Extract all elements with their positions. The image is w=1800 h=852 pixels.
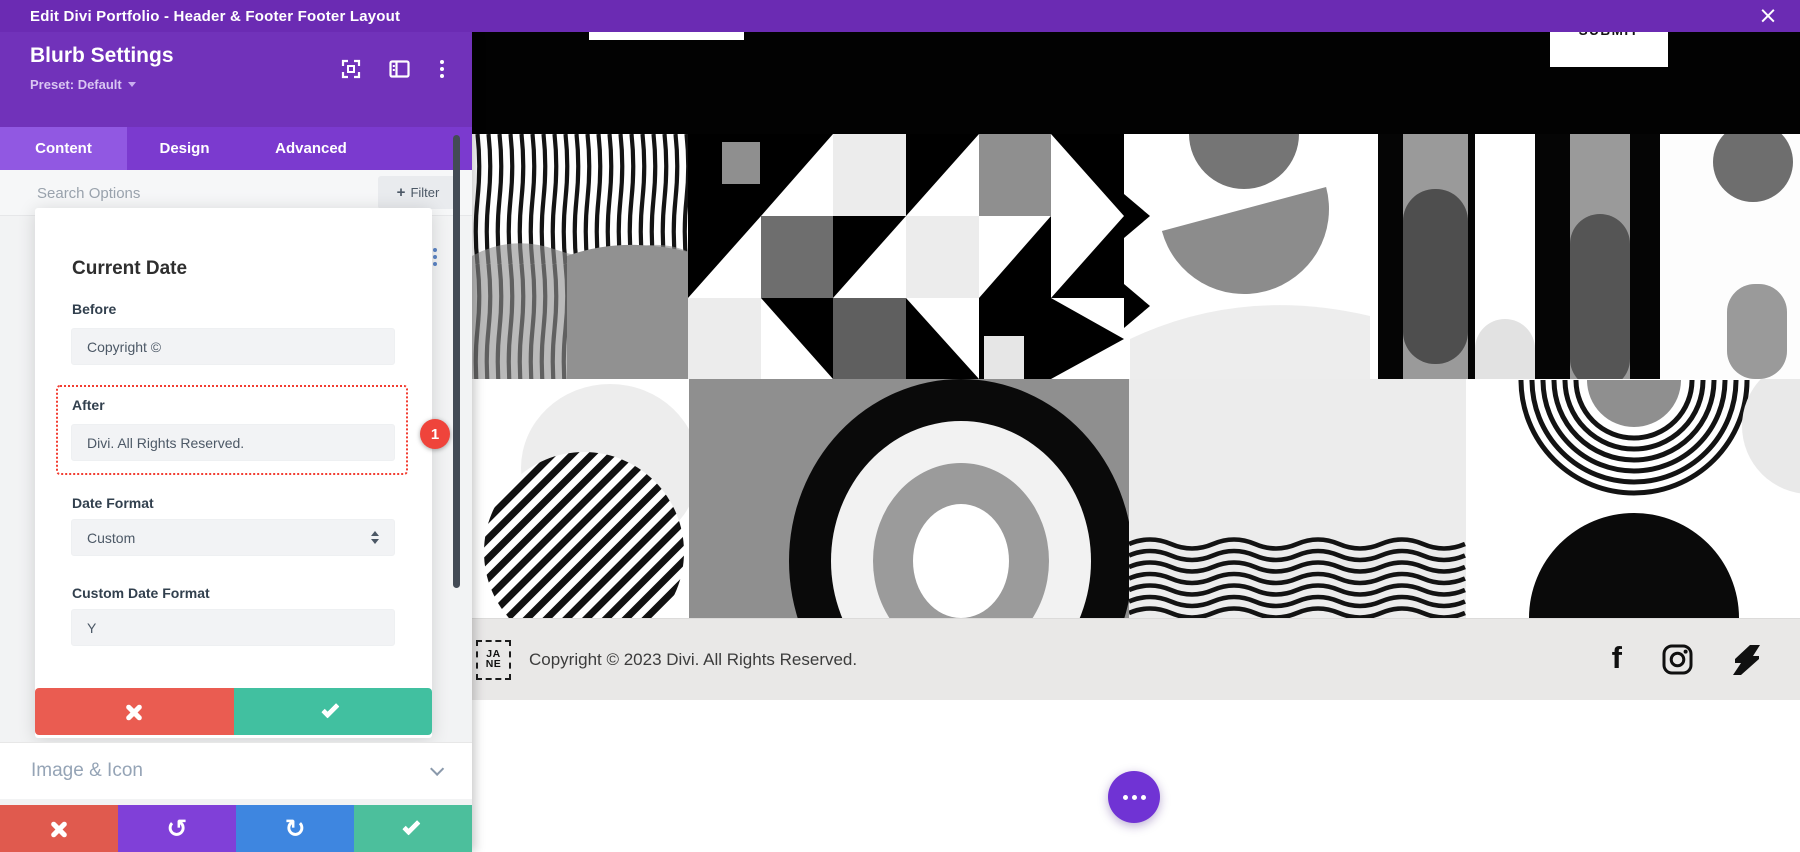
footer-layout-preview: SUBMIT bbox=[472, 32, 1800, 852]
site-logo[interactable]: JA NE bbox=[476, 640, 511, 680]
contact-section-bottom: SUBMIT bbox=[472, 32, 1800, 134]
panel-menu-kebab-icon[interactable] bbox=[438, 58, 446, 80]
redo-button[interactable]: ↻ bbox=[236, 805, 354, 852]
x-icon bbox=[50, 820, 68, 838]
dot-icon bbox=[1123, 795, 1128, 800]
date-format-select[interactable]: Custom bbox=[71, 519, 395, 556]
tab-design[interactable]: Design bbox=[127, 127, 242, 170]
discard-button[interactable] bbox=[35, 688, 234, 735]
plus-icon: + bbox=[397, 184, 406, 201]
input-underline bbox=[589, 32, 744, 40]
chevron-down-icon bbox=[430, 762, 444, 776]
search-input[interactable] bbox=[37, 178, 357, 208]
filter-button-label: Filter bbox=[410, 185, 439, 200]
instagram-icon[interactable] bbox=[1662, 644, 1693, 675]
footer-copyright-bar: JA NE Copyright © 2023 Divi. All Rights … bbox=[472, 618, 1800, 700]
close-icon[interactable]: × bbox=[1752, 0, 1784, 32]
social-icons-group: f bbox=[1612, 644, 1800, 675]
date-format-label: Date Format bbox=[72, 495, 154, 511]
undo-icon: ↺ bbox=[167, 816, 188, 841]
divi-builder-window: Edit Divi Portfolio - Header & Footer Fo… bbox=[0, 0, 1800, 852]
dot-icon bbox=[1141, 795, 1146, 800]
option-drag-kebab-icon[interactable] bbox=[433, 248, 437, 266]
before-field[interactable] bbox=[71, 328, 395, 365]
preset-dropdown[interactable]: Preset: Default bbox=[30, 77, 136, 92]
page-settings-dots-button[interactable] bbox=[1108, 771, 1160, 823]
panel-layout-icon[interactable] bbox=[389, 59, 410, 79]
modal-heading: Current Date bbox=[72, 258, 187, 280]
deviantart-icon[interactable] bbox=[1733, 645, 1760, 675]
cancel-button[interactable] bbox=[0, 805, 118, 852]
submit-button-label: SUBMIT bbox=[1550, 32, 1668, 38]
section-label: Image & Icon bbox=[31, 760, 143, 782]
before-field-label: Before bbox=[72, 301, 116, 317]
filter-button[interactable]: + Filter bbox=[378, 176, 458, 209]
preset-label: Preset: Default bbox=[30, 77, 122, 92]
site-logo-line2: NE bbox=[486, 660, 502, 670]
redo-icon: ↻ bbox=[285, 816, 306, 841]
expand-modal-icon[interactable] bbox=[341, 59, 361, 79]
tab-advanced[interactable]: Advanced bbox=[242, 127, 380, 170]
undo-button[interactable]: ↺ bbox=[118, 805, 236, 852]
check-icon bbox=[402, 817, 420, 835]
copyright-text: Copyright © 2023 Divi. All Rights Reserv… bbox=[529, 650, 857, 670]
check-icon bbox=[321, 700, 339, 718]
accept-button[interactable] bbox=[234, 688, 433, 735]
panel-title: Blurb Settings bbox=[30, 44, 174, 68]
section-image-and-icon[interactable]: Image & Icon bbox=[0, 742, 472, 799]
select-stepper-icon bbox=[371, 531, 379, 544]
blurb-settings-panel: Blurb Settings Preset: Default bbox=[0, 32, 472, 852]
x-icon bbox=[125, 703, 143, 721]
panel-header: Blurb Settings Preset: Default bbox=[0, 32, 472, 127]
builder-action-toolbar: ↺ ↻ bbox=[0, 805, 472, 852]
tab-content[interactable]: Content bbox=[0, 127, 127, 170]
save-button[interactable] bbox=[354, 805, 472, 852]
window-titlebar: Edit Divi Portfolio - Header & Footer Fo… bbox=[0, 0, 1800, 32]
chevron-down-icon bbox=[128, 82, 136, 87]
submit-button[interactable]: SUBMIT bbox=[1550, 32, 1668, 67]
settings-tabs: Content Design Advanced bbox=[0, 127, 472, 170]
panel-scrollbar[interactable] bbox=[453, 135, 460, 588]
modal-actions bbox=[35, 688, 432, 735]
window-title: Edit Divi Portfolio - Header & Footer Fo… bbox=[30, 8, 400, 25]
custom-date-format-field[interactable] bbox=[71, 609, 395, 646]
after-field[interactable] bbox=[71, 424, 395, 461]
step-badge: 1 bbox=[420, 419, 450, 449]
date-format-value: Custom bbox=[87, 530, 135, 546]
footer-pattern-artwork bbox=[472, 134, 1800, 618]
current-date-options-modal: Current Date Before After Date Format Cu… bbox=[35, 208, 432, 738]
facebook-icon[interactable]: f bbox=[1612, 642, 1622, 673]
after-field-label: After bbox=[72, 397, 105, 413]
dot-icon bbox=[1132, 795, 1137, 800]
custom-date-format-label: Custom Date Format bbox=[72, 585, 210, 601]
